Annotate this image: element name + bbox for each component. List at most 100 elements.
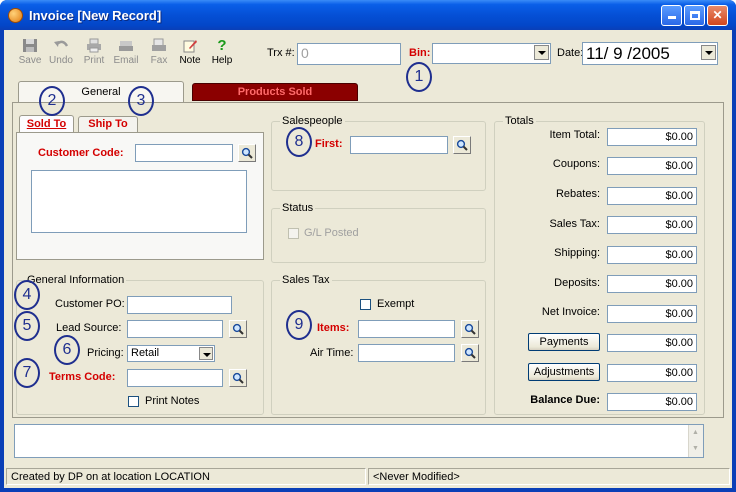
items-tax-label: Items: [317, 322, 350, 334]
gl-posted-checkbox[interactable] [288, 228, 299, 239]
close-button[interactable]: ✕ [707, 5, 728, 26]
adjustments-button[interactable]: Adjustments [528, 363, 600, 381]
undo-button[interactable]: Undo [46, 38, 76, 66]
fax-button[interactable]: Fax [144, 38, 174, 66]
customer-code-field[interactable] [135, 144, 233, 162]
print-button[interactable]: Print [79, 38, 109, 66]
adjustments-value: $0.00 [607, 364, 697, 382]
status-modified: <Never Modified> [368, 468, 730, 485]
item-total-label: Item Total: [549, 129, 600, 141]
first-salesperson-field[interactable] [350, 136, 448, 154]
invoice-window: Invoice [New Record] ✕ Save Undo Print E… [0, 0, 736, 492]
save-icon [23, 39, 37, 52]
save-button[interactable]: Save [15, 38, 45, 66]
general-information-title: General Information [25, 274, 127, 286]
status-created: Created by DP on at location LOCATION [6, 468, 366, 485]
annotation-marker-9: 9 [286, 310, 312, 340]
print-icon [87, 38, 101, 53]
customer-address-box[interactable] [31, 170, 247, 233]
email-icon [119, 41, 133, 51]
balance-due-label: Balance Due: [530, 394, 600, 406]
maximize-icon [689, 11, 700, 20]
bin-label: Bin: [409, 47, 431, 59]
annotation-marker-8: 8 [286, 127, 312, 157]
annotation-marker-2: 2 [39, 86, 65, 116]
close-icon: ✕ [712, 8, 723, 22]
terms-code-lookup-button[interactable] [229, 369, 247, 387]
email-button[interactable]: Email [111, 38, 141, 66]
coupons-value: $0.00 [607, 157, 697, 175]
minimize-button[interactable] [661, 5, 682, 26]
dropdown-arrow-icon[interactable] [534, 45, 549, 60]
lead-source-field[interactable] [127, 320, 223, 338]
dropdown-arrow-icon[interactable] [701, 45, 716, 60]
subtab-ship-to[interactable]: Ship To [78, 116, 138, 133]
magnifier-icon [232, 323, 244, 335]
help-icon: ? [217, 37, 227, 54]
net-invoice-label: Net Invoice: [541, 306, 600, 318]
exempt-checkbox[interactable] [360, 299, 371, 310]
customer-po-field[interactable] [127, 296, 232, 314]
date-label: Date: [557, 47, 584, 59]
lead-source-label: Lead Source: [56, 322, 122, 334]
annotation-marker-6: 6 [54, 335, 80, 365]
air-time-label: Air Time: [310, 347, 354, 359]
rebates-label: Rebates: [555, 188, 600, 200]
items-tax-field[interactable] [358, 320, 455, 338]
payments-value: $0.00 [607, 334, 697, 352]
annotation-marker-5: 5 [14, 311, 40, 341]
magnifier-icon [232, 372, 244, 384]
sales-tax-total-label: Sales Tax: [549, 218, 600, 230]
balance-due-value: $0.00 [607, 393, 697, 411]
note-button[interactable]: Note [175, 38, 205, 66]
notes-textarea[interactable]: ▲ ▼ [14, 424, 704, 458]
first-salesperson-label: First: [315, 138, 343, 150]
annotation-marker-4: 4 [14, 280, 40, 310]
pricing-dropdown[interactable]: Retail [127, 345, 215, 362]
salespeople-title: Salespeople [280, 115, 345, 127]
magnifier-icon [456, 139, 468, 151]
print-notes-checkbox[interactable] [128, 396, 139, 407]
air-time-field[interactable] [358, 344, 455, 362]
item-total-value: $0.00 [607, 128, 697, 146]
notes-scrollbar[interactable]: ▲ ▼ [688, 425, 703, 457]
bin-dropdown[interactable] [432, 43, 551, 64]
undo-icon [54, 40, 69, 47]
customer-code-lookup-button[interactable] [238, 144, 256, 162]
help-button[interactable]: ? Help [207, 38, 237, 66]
terms-code-label: Terms Code: [49, 371, 116, 383]
annotation-marker-1: 1 [406, 62, 432, 92]
salesperson-lookup-button[interactable] [453, 136, 471, 154]
maximize-button[interactable] [684, 5, 705, 26]
air-time-lookup-button[interactable] [461, 344, 479, 362]
payments-button[interactable]: Payments [528, 333, 600, 351]
deposits-label: Deposits: [554, 277, 600, 289]
sales-tax-title: Sales Tax [280, 274, 332, 286]
dropdown-arrow-icon[interactable] [199, 347, 213, 360]
date-picker[interactable]: 11/ 9 /2005 [582, 42, 718, 65]
rebates-value: $0.00 [607, 187, 697, 205]
note-icon [183, 40, 197, 53]
title-bar[interactable]: Invoice [New Record] ✕ [0, 0, 736, 30]
fax-icon [152, 38, 166, 51]
gl-posted-label: G/L Posted [304, 227, 359, 239]
subtab-sold-to[interactable]: Sold To [19, 115, 74, 133]
shipping-label: Shipping: [554, 247, 600, 259]
tab-products-sold[interactable]: Products Sold [192, 83, 358, 101]
status-title: Status [280, 202, 316, 214]
magnifier-icon [464, 323, 476, 335]
scroll-down-icon[interactable]: ▼ [692, 445, 699, 452]
trx-number-field[interactable]: 0 [297, 43, 401, 65]
annotation-marker-3: 3 [128, 86, 154, 116]
magnifier-icon [464, 347, 476, 359]
annotation-marker-7: 7 [14, 358, 40, 388]
items-tax-lookup-button[interactable] [461, 320, 479, 338]
scroll-up-icon[interactable]: ▲ [692, 429, 699, 436]
client-area: Save Undo Print Email Fax Note ? Help Tr… [4, 30, 732, 488]
lead-source-lookup-button[interactable] [229, 320, 247, 338]
customer-po-label: Customer PO: [55, 298, 125, 310]
totals-title: Totals [503, 115, 536, 127]
print-notes-label: Print Notes [145, 395, 200, 407]
pricing-label: Pricing: [87, 347, 124, 359]
terms-code-field[interactable] [127, 369, 223, 387]
